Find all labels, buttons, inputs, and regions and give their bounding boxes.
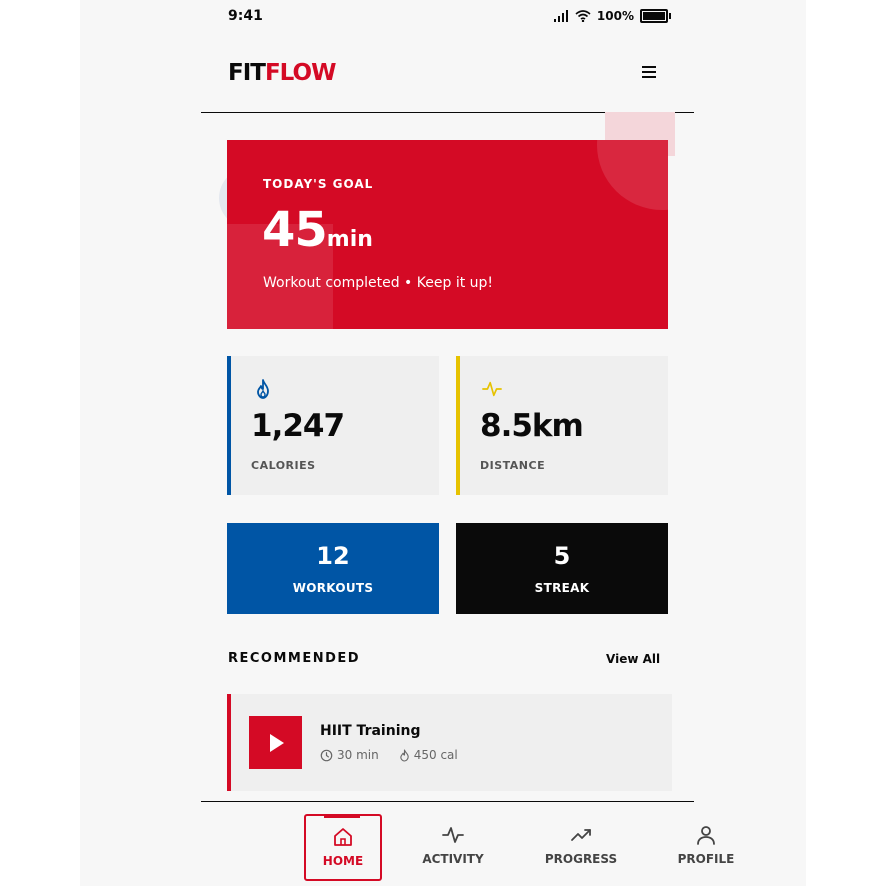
app-header: FITFLOW	[201, 58, 694, 113]
view-all-link[interactable]: View All	[606, 652, 660, 666]
app-logo[interactable]: FITFLOW	[228, 60, 336, 86]
goal-unit: min	[326, 227, 373, 252]
home-icon	[334, 828, 352, 846]
distance-label: DISTANCE	[480, 459, 546, 472]
workouts-label: WORKOUTS	[292, 581, 374, 595]
status-bar: 9:41 100%	[80, 0, 806, 34]
nav-label-activity: ACTIVITY	[422, 852, 484, 866]
workout-calories: 450 cal	[413, 748, 458, 762]
bottom-nav: HOME ACTIVITY PROGRESS PROFILE	[201, 801, 734, 886]
clock-icon	[320, 749, 333, 761]
status-right: 100%	[553, 9, 671, 23]
activity-icon	[482, 381, 502, 397]
calories-label: CALORIES	[251, 459, 316, 472]
nav-item-progress[interactable]: PROGRESS	[544, 814, 618, 877]
phone-screen: 9:41 100% FITFLOW TODAY'S GOAL 45min Wor…	[80, 0, 806, 886]
nav-item-profile[interactable]: PROFILE	[669, 814, 743, 877]
workouts-value: 12	[316, 542, 350, 570]
activity-icon	[442, 827, 464, 843]
goal-subtitle: Workout completed • Keep it up!	[263, 275, 494, 291]
streak-tile[interactable]: 5 STREAK	[456, 523, 668, 614]
goal-number: 45	[262, 202, 328, 258]
trending-up-icon	[571, 829, 591, 841]
nav-label-home: HOME	[322, 854, 364, 868]
decorative-circle	[597, 140, 668, 210]
distance-card[interactable]: 8.5km DISTANCE	[456, 356, 668, 495]
flame-icon	[400, 748, 409, 762]
flame-icon	[257, 379, 269, 399]
workout-list-item[interactable]: HIIT Training 30 min 450 cal	[227, 694, 672, 791]
signal-icon	[553, 10, 568, 22]
battery-percent: 100%	[596, 9, 634, 23]
goal-label: TODAY'S GOAL	[263, 177, 374, 191]
battery-icon	[640, 9, 671, 23]
goal-value: 45min	[262, 202, 373, 258]
nav-label-progress: PROGRESS	[544, 852, 618, 866]
workouts-tile[interactable]: 12 WORKOUTS	[227, 523, 439, 614]
calories-value: 1,247	[251, 408, 345, 444]
nav-item-home[interactable]: HOME	[304, 814, 382, 881]
nav-item-activity[interactable]: ACTIVITY	[416, 814, 490, 877]
workout-title: HIIT Training	[320, 723, 421, 739]
todays-goal-card[interactable]: TODAY'S GOAL 45min Workout completed • K…	[227, 140, 668, 329]
streak-value: 5	[553, 542, 571, 570]
user-icon	[697, 826, 715, 845]
distance-value: 8.5km	[480, 408, 584, 444]
logo-flow: FLOW	[264, 60, 336, 86]
play-icon[interactable]	[249, 716, 302, 769]
logo-fit: FIT	[228, 60, 266, 86]
streak-label: STREAK	[534, 581, 590, 595]
workout-meta: 30 min 450 cal	[320, 748, 458, 762]
calories-card[interactable]: 1,247 CALORIES	[227, 356, 439, 495]
nav-label-profile: PROFILE	[677, 852, 735, 866]
menu-icon[interactable]	[642, 66, 656, 80]
wifi-icon	[575, 10, 591, 22]
status-time: 9:41	[228, 8, 263, 24]
recommended-heading: RECOMMENDED	[228, 651, 361, 666]
workout-duration: 30 min	[337, 748, 379, 762]
